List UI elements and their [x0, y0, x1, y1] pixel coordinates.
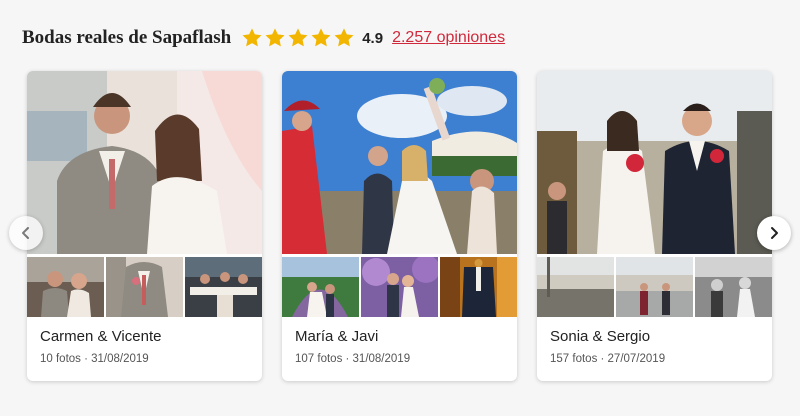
wedding-card[interactable]: Sonia & Sergio 157 fotos · 27/07/2019: [537, 71, 772, 381]
reviews-link[interactable]: 2.257 opiniones: [392, 29, 505, 47]
star-icon: [288, 28, 308, 47]
star-icon: [334, 28, 354, 47]
section-title: Bodas reales de Sapaflash: [22, 27, 232, 48]
wedding-thumbnail[interactable]: [185, 257, 262, 317]
wedding-thumbnail[interactable]: [361, 257, 438, 317]
wedding-couple-name: María & Javi: [295, 328, 379, 345]
wedding-couple-name: Carmen & Vicente: [40, 328, 162, 345]
wedding-main-photo[interactable]: [282, 71, 517, 254]
wedding-card[interactable]: Carmen & Vicente 10 fotos · 31/08/2019: [27, 71, 262, 381]
wedding-meta: 107 fotos · 31/08/2019: [295, 353, 411, 365]
wedding-thumbnail[interactable]: [440, 257, 517, 317]
section-header: Bodas reales de Sapaflash 4.9 2.257 opin…: [22, 24, 505, 52]
wedding-thumbnail[interactable]: [27, 257, 104, 317]
star-icon: [242, 28, 262, 47]
carousel-next-button[interactable]: [757, 216, 791, 250]
chevron-left-icon: [22, 227, 29, 239]
wedding-main-photo[interactable]: [27, 71, 262, 254]
chevron-right-icon: [771, 227, 778, 239]
wedding-thumbnail[interactable]: [282, 257, 359, 317]
wedding-couple-name: Sonia & Sergio: [550, 328, 651, 345]
star-icon: [311, 28, 331, 47]
star-icon: [265, 28, 285, 47]
wedding-thumbnail[interactable]: [695, 257, 772, 317]
wedding-card[interactable]: María & Javi 107 fotos · 31/08/2019: [282, 71, 517, 381]
rating-stars: [241, 27, 355, 49]
wedding-meta: 157 fotos · 27/07/2019: [550, 353, 666, 365]
wedding-thumbnail[interactable]: [106, 257, 183, 317]
rating-value: 4.9: [362, 29, 384, 47]
wedding-main-photo[interactable]: [537, 71, 772, 254]
wedding-thumbnail[interactable]: [537, 257, 614, 317]
carousel-prev-button[interactable]: [9, 216, 43, 250]
wedding-thumbnail[interactable]: [616, 257, 693, 317]
wedding-meta: 10 fotos · 31/08/2019: [40, 353, 149, 365]
